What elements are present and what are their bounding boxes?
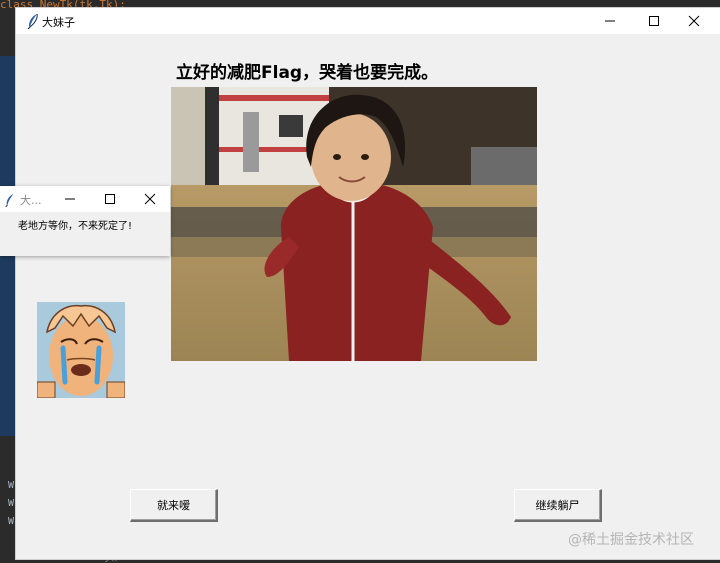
minimize-icon (65, 198, 75, 200)
feather-icon (4, 192, 16, 208)
crying-meme-image (37, 302, 125, 398)
feather-icon (26, 13, 40, 30)
popup-minimize-button[interactable] (54, 186, 86, 212)
close-button[interactable] (674, 8, 714, 34)
watermark: @稀土掘金技术社区 (568, 532, 694, 548)
minimize-icon (605, 20, 615, 22)
popup-title: 大... (20, 194, 42, 207)
main-window: 大妹子 立好的减肥Flag，哭着也要完成。 就来嗳 继续躺尸 @稀土掘金技术社区 (16, 8, 720, 559)
page-heading: 立好的减肥Flag，哭着也要完成。 (176, 63, 439, 83)
dancing-girl-image (171, 87, 537, 361)
come-button[interactable]: 就来嗳 (130, 489, 218, 522)
popup-close-button[interactable] (134, 186, 166, 212)
popup-titlebar[interactable]: 大... (0, 186, 170, 212)
main-titlebar[interactable]: 大妹子 (16, 8, 720, 34)
popup-maximize-button[interactable] (94, 186, 126, 212)
maximize-button[interactable] (634, 8, 674, 34)
keep-lying-button[interactable]: 继续躺尸 (514, 489, 602, 522)
close-icon (144, 193, 156, 205)
close-icon (688, 15, 700, 27)
maximize-icon (105, 194, 115, 204)
minimize-button[interactable] (590, 8, 630, 34)
maximize-icon (649, 16, 659, 26)
popup-message: 老地方等你，不来死定了! (18, 221, 133, 232)
popup-window: 大... 老地方等你，不来死定了! (0, 186, 170, 256)
window-title: 大妹子 (42, 16, 75, 29)
